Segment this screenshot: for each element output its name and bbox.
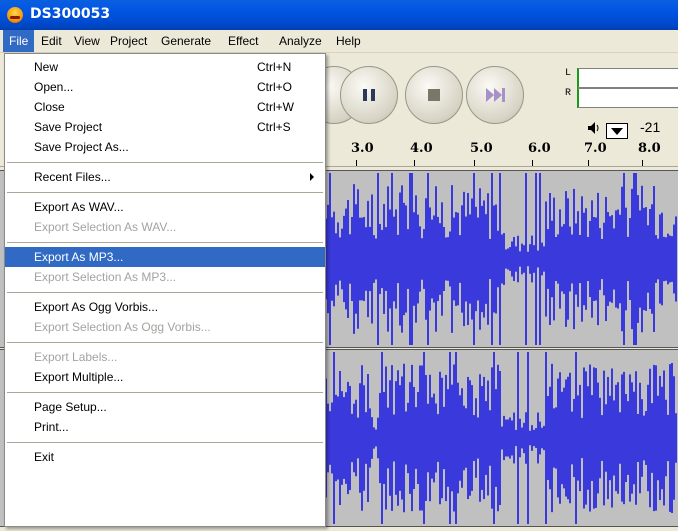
menu-separator (7, 162, 323, 163)
ruler-tick (356, 160, 357, 166)
menu-separator (7, 242, 323, 243)
menu-item-page-setup[interactable]: Page Setup... (5, 397, 325, 417)
stop-button[interactable] (405, 66, 463, 124)
speaker-icon (587, 121, 603, 138)
menu-item-new[interactable]: New Ctrl+N (5, 57, 325, 77)
menu-bar: File Edit View Project Generate Effect A… (0, 30, 678, 53)
menu-item-recent-files[interactable]: Recent Files... (5, 167, 325, 187)
menu-analyze[interactable]: Analyze (273, 30, 328, 52)
ruler-tick (474, 160, 475, 166)
menu-edit[interactable]: Edit (35, 30, 68, 52)
ruler-tick-label: 3.0 (351, 141, 374, 156)
meter-left-bar (577, 68, 678, 88)
pause-button[interactable] (340, 66, 398, 124)
meter-left-label: L (565, 68, 572, 79)
menu-separator (7, 192, 323, 193)
menu-item-export-selection-ogg-vorbis: Export Selection As Ogg Vorbis... (34, 320, 211, 334)
menu-item-print[interactable]: Print... (5, 417, 325, 437)
skip-to-end-icon (467, 67, 523, 123)
pause-icon (341, 67, 397, 123)
menu-item-close[interactable]: Close Ctrl+W (5, 97, 325, 117)
ruler-tick-label: 4.0 (410, 141, 433, 156)
ruler-tick (642, 160, 643, 166)
ruler-tick-label: 8.0 (638, 141, 661, 156)
menu-item-export-selection-wav: Export Selection As WAV... (34, 220, 177, 234)
menu-item-export-multiple[interactable]: Export Multiple... (5, 367, 325, 387)
ruler-tick-label: 5.0 (470, 141, 493, 156)
skip-to-end-button[interactable] (466, 66, 524, 124)
menu-file[interactable]: File (3, 30, 35, 52)
meter-db-value: -21 (640, 119, 661, 135)
menu-effect[interactable]: Effect (222, 30, 264, 52)
menu-item-save-project-as[interactable]: Save Project As... (5, 137, 325, 157)
level-meter: L R (565, 66, 678, 116)
menu-item-export-selection-mp3: Export Selection As MP3... (34, 270, 177, 284)
menu-item-export-wav[interactable]: Export As WAV... (5, 197, 325, 217)
menu-item-export-labels: Export Labels... (34, 350, 118, 364)
title-bar: DS300053 (0, 0, 678, 30)
ruler-tick (588, 160, 589, 166)
submenu-arrow-icon (310, 173, 314, 181)
menu-separator (7, 392, 323, 393)
menu-separator (7, 442, 323, 443)
menu-separator (7, 342, 323, 343)
meter-dropdown-button[interactable] (606, 123, 628, 139)
ruler-tick-label: 6.0 (528, 141, 551, 156)
ruler-tick (414, 160, 415, 166)
file-menu-dropdown: New Ctrl+N Open... Ctrl+O Close Ctrl+W S… (4, 53, 326, 527)
menu-item-exit[interactable]: Exit (5, 447, 325, 467)
menu-item-export-mp3[interactable]: Export As MP3... (5, 247, 325, 267)
menu-item-export-ogg-vorbis[interactable]: Export As Ogg Vorbis... (5, 297, 325, 317)
dropdown-arrow-icon (611, 128, 623, 135)
menu-help[interactable]: Help (330, 30, 367, 52)
meter-right-bar (577, 88, 678, 108)
audacity-app-icon (7, 7, 23, 23)
menu-view[interactable]: View (68, 30, 106, 52)
ruler-tick (532, 160, 533, 166)
window-title: DS300053 (30, 6, 111, 22)
menu-item-open[interactable]: Open... Ctrl+O (5, 77, 325, 97)
menu-generate[interactable]: Generate (155, 30, 217, 52)
ruler-tick-label: 7.0 (584, 141, 607, 156)
menu-project[interactable]: Project (104, 30, 153, 52)
meter-right-label: R (565, 88, 572, 99)
stop-icon (406, 67, 462, 123)
menu-item-save-project[interactable]: Save Project Ctrl+S (5, 117, 325, 137)
menu-separator (7, 292, 323, 293)
